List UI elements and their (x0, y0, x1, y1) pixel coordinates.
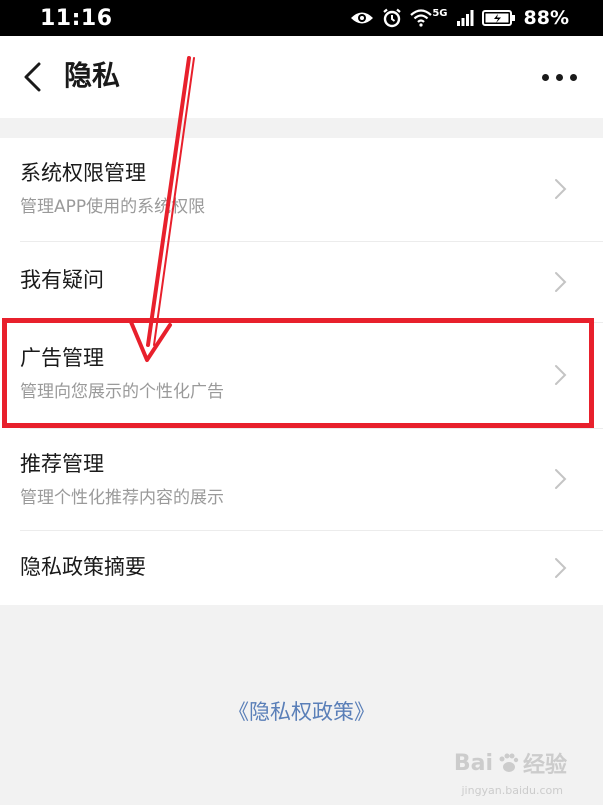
list-item-title: 系统权限管理 (20, 161, 146, 185)
status-icons: 5G 88% (350, 7, 569, 29)
chevron-right-icon (555, 179, 567, 199)
list-item-title: 隐私政策摘要 (20, 555, 146, 579)
list-item-subtitle: 管理个性化推荐内容的展示 (20, 488, 224, 508)
wifi-icon (410, 9, 433, 27)
battery-percent: 88% (523, 7, 569, 29)
baidu-jingyan-watermark: Bai 经验 (454, 747, 567, 779)
list-item-title: 我有疑问 (20, 268, 104, 292)
chevron-left-icon (24, 62, 41, 92)
more-dot (569, 73, 577, 81)
nav-bar: 隐私 (0, 36, 603, 118)
list-item-ad-management[interactable]: 广告管理 管理向您展示的个性化广告 (0, 322, 603, 428)
chevron-right-icon (555, 272, 567, 292)
eye-icon (351, 12, 374, 24)
chevron-right-icon (555, 469, 567, 489)
watermark-brand: Bai (453, 750, 493, 776)
status-bar: 11:16 5G 88% (0, 0, 603, 36)
more-dot (555, 73, 563, 81)
chevron-right-icon (555, 365, 567, 385)
list-item-privacy-summary[interactable]: 隐私政策摘要 (0, 530, 603, 605)
list-item-subtitle: 管理向您展示的个性化广告 (20, 382, 224, 402)
list-item-questions[interactable]: 我有疑问 (0, 241, 603, 322)
list-item-title: 广告管理 (20, 346, 104, 370)
more-dots-icon (541, 73, 549, 81)
alarm-icon (383, 8, 402, 28)
network-type: 5G (432, 7, 448, 19)
page-title: 隐私 (64, 59, 121, 92)
back-button[interactable] (12, 54, 52, 100)
watermark-url: jingyan.baidu.com (461, 784, 563, 797)
privacy-settings-list: 系统权限管理 管理APP使用的系统权限 我有疑问 广告管理 管理向您展示的个性化… (0, 138, 603, 605)
more-button[interactable] (535, 60, 583, 94)
list-item-recommendation-management[interactable]: 推荐管理 管理个性化推荐内容的展示 (0, 428, 603, 530)
status-time: 11:16 (40, 5, 113, 31)
list-item-subtitle: 管理APP使用的系统权限 (20, 197, 206, 217)
battery-icon (481, 10, 515, 26)
privacy-policy-link[interactable]: 《隐私权政策》 (0, 696, 603, 728)
chevron-right-icon (555, 558, 567, 578)
list-item-title: 推荐管理 (20, 452, 104, 476)
paw-icon (499, 753, 519, 772)
list-item-system-permissions[interactable]: 系统权限管理 管理APP使用的系统权限 (0, 138, 603, 241)
signal-icon (456, 10, 474, 26)
watermark-brand-suffix: 经验 (522, 753, 567, 778)
